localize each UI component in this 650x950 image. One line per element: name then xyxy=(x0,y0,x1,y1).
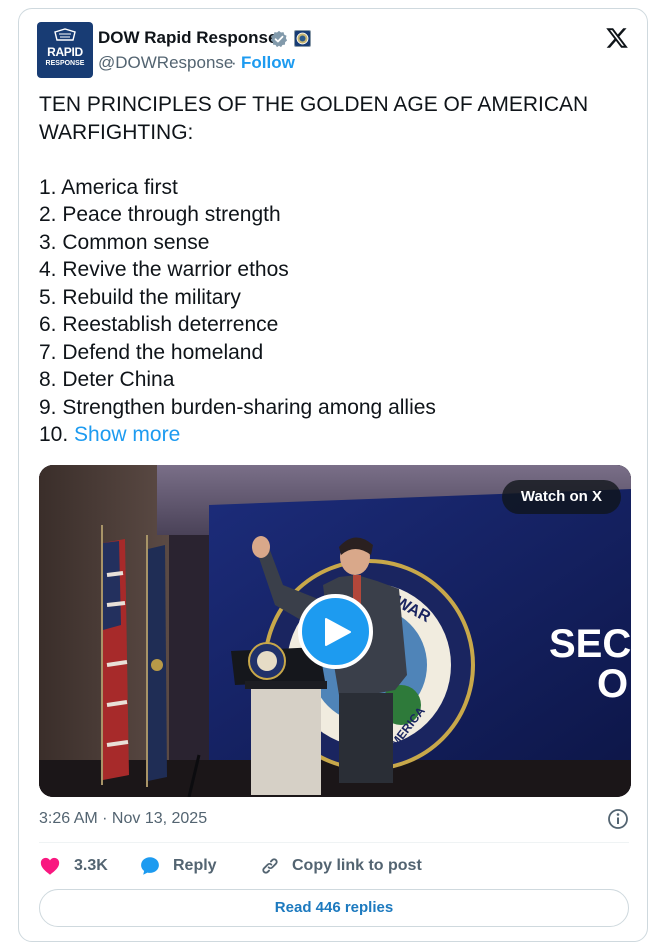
list-item-number: 10. xyxy=(39,423,69,446)
play-icon xyxy=(325,618,351,646)
author-handle[interactable]: @DOWResponse xyxy=(98,53,233,73)
author-name[interactable]: DOW Rapid Response xyxy=(98,28,277,48)
pentagon-emblem-icon xyxy=(54,28,76,41)
heart-icon xyxy=(40,857,60,875)
list-item: 6. Reestablish deterrence xyxy=(39,313,279,336)
avatar-text-line2: RESPONSE xyxy=(45,60,85,67)
like-count: 3.3K xyxy=(74,857,108,874)
reply-bubble-icon xyxy=(141,857,159,875)
list-item: 1. America first xyxy=(39,175,178,199)
avatar[interactable]: RAPID RESPONSE xyxy=(37,22,93,78)
screen-text-line2: O xyxy=(597,662,628,706)
screen-text-line1: SEC xyxy=(549,622,631,666)
tweet-heading: TEN PRINCIPLES OF THE GOLDEN AGE OF AMER… xyxy=(39,93,589,144)
reply-label: Reply xyxy=(173,857,217,874)
separator-dot: · xyxy=(231,53,237,72)
tweet-text: TEN PRINCIPLES OF THE GOLDEN AGE OF AMER… xyxy=(39,91,629,449)
x-logo-icon[interactable] xyxy=(605,26,629,50)
video-player[interactable]: EPA WAR AMERICA SEC O Watch on X xyxy=(39,465,631,797)
list-item: 2. Peace through strength xyxy=(39,203,281,226)
avatar-text-line1: RAPID xyxy=(47,45,83,59)
play-button[interactable] xyxy=(298,594,373,669)
list-item: 9. Strengthen burden-sharing among allie… xyxy=(39,395,436,419)
divider xyxy=(39,842,629,843)
read-replies-button[interactable]: Read 446 replies xyxy=(39,889,629,927)
copy-link-button[interactable]: Copy link to post xyxy=(259,854,422,878)
copy-link-label: Copy link to post xyxy=(292,857,422,874)
list-item-last: 10. Show more xyxy=(39,421,629,449)
verified-badge-icon xyxy=(270,30,288,48)
follow-button[interactable]: Follow xyxy=(241,53,295,73)
list-item: 4. Revive the warrior ethos xyxy=(39,258,289,281)
list-item: 5. Rebuild the military xyxy=(39,285,241,309)
link-icon xyxy=(262,858,278,874)
affiliate-seal-icon[interactable] xyxy=(294,30,311,47)
info-icon[interactable] xyxy=(607,808,629,830)
list-item: 8. Deter China xyxy=(39,368,175,391)
like-button[interactable]: 3.3K xyxy=(39,854,114,878)
tweet-timestamp[interactable]: 3:26 AM · Nov 13, 2025 xyxy=(39,809,207,829)
list-item: 7. Defend the homeland xyxy=(39,340,264,364)
tweet-card: RAPID RESPONSE DOW Rapid Response @DOWRe… xyxy=(18,8,648,942)
show-more-link[interactable]: Show more xyxy=(74,423,180,446)
tweet-actions: 3.3K Reply Copy link to post xyxy=(39,854,629,878)
watch-on-x-button[interactable]: Watch on X xyxy=(501,480,621,514)
list-item: 3. Common sense xyxy=(39,230,210,254)
reply-button[interactable]: Reply xyxy=(139,854,229,878)
